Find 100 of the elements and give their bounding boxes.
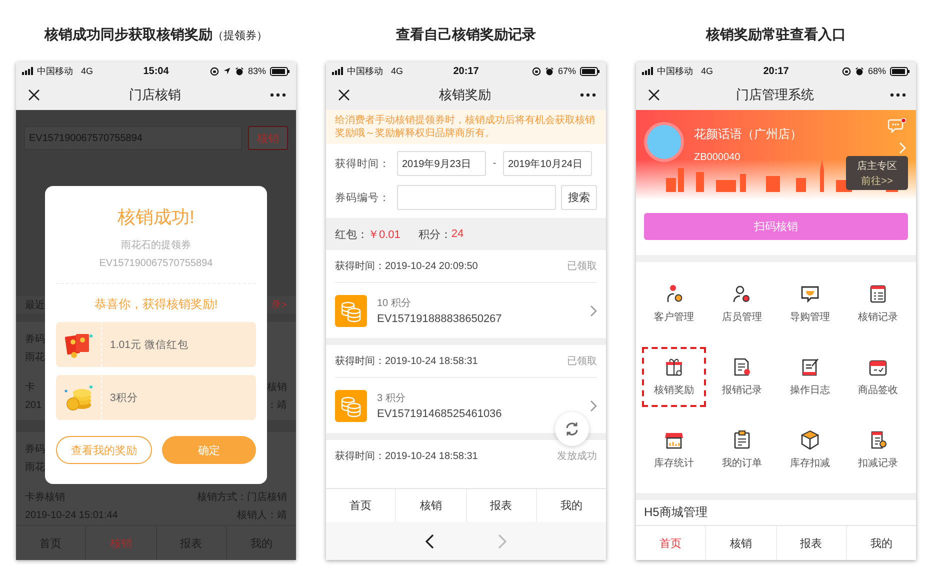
feature-button[interactable]: 核销奖励 xyxy=(642,347,706,407)
chevron-left-icon xyxy=(425,534,434,548)
chevron-right-icon xyxy=(590,304,597,316)
document-pen-icon xyxy=(800,357,820,377)
feature-button[interactable]: 核销记录 xyxy=(846,274,910,334)
more-icon[interactable] xyxy=(890,93,906,97)
tab[interactable]: 我的 xyxy=(846,526,916,560)
avatar-circle xyxy=(644,122,684,162)
network-type: 4G xyxy=(81,66,94,76)
feature-button[interactable]: 商品签收 xyxy=(846,347,910,407)
battery-icon xyxy=(580,66,600,76)
coupon-code: EV157190067570755894 xyxy=(99,257,213,271)
page-title: 核销奖励 xyxy=(439,86,491,104)
close-icon[interactable] xyxy=(648,89,660,101)
document-icon xyxy=(732,357,752,377)
summary-label: 积分： xyxy=(418,228,452,242)
reward-text: 3积分 xyxy=(109,390,138,404)
clipboard-icon xyxy=(732,430,752,450)
person-badge-icon xyxy=(732,284,752,304)
range-separator: - xyxy=(492,158,498,169)
more-icon[interactable] xyxy=(580,93,596,97)
field-label: 获得时间： xyxy=(335,156,391,170)
close-icon[interactable] xyxy=(338,89,350,101)
gift-icon xyxy=(664,357,684,377)
rotation-lock-icon xyxy=(842,66,851,76)
search-button[interactable]: 搜索 xyxy=(561,185,597,210)
carrier-name: 中国移动 xyxy=(657,64,693,78)
refresh-icon xyxy=(564,421,580,437)
reward-text: 1.01元 微信红包 xyxy=(109,338,188,352)
record-time: 获得时间：2019-10-24 18:58:31 xyxy=(335,450,478,463)
tab[interactable]: 我的 xyxy=(536,489,606,522)
feature-button[interactable]: 报销记录 xyxy=(710,347,774,407)
page-title: 门店管理系统 xyxy=(736,86,814,104)
reward-points: 3 积分 xyxy=(377,392,406,405)
code-field[interactable] xyxy=(397,185,556,210)
message-icon[interactable] xyxy=(888,118,906,133)
tab[interactable]: 报表 xyxy=(776,526,847,560)
coupon-code: EV157191888838650267 xyxy=(377,313,502,325)
caption-text: 查看自己核销奖励记录 xyxy=(396,25,536,44)
packet-amount: ￥0.01 xyxy=(368,228,400,242)
record-time: 获得时间：2019-10-24 18:58:31 xyxy=(335,354,478,368)
network-type: 4G xyxy=(701,66,714,76)
refresh-button[interactable] xyxy=(555,412,589,446)
network-type: 4G xyxy=(391,66,404,76)
coupon-name: 雨花石的提领券 xyxy=(121,239,191,253)
notice-text: 给消费者手动核销提领券时，核销成功后将有机会获取核销奖励哦～奖励解释权归品牌商所有。 xyxy=(326,110,606,144)
clock-time: 20:17 xyxy=(763,66,789,76)
carrier-name: 中国移动 xyxy=(37,64,73,78)
date-field[interactable]: 2019年10月24日 xyxy=(503,151,592,176)
feature-button[interactable]: 扣减记录 xyxy=(846,420,910,480)
reward-points: 10 积分 xyxy=(377,297,412,310)
shop-icon xyxy=(664,430,684,450)
dialog-title: 核销成功! xyxy=(117,206,194,228)
clock-time: 20:17 xyxy=(453,66,479,76)
caption-text: 核销成功同步获取核销奖励 xyxy=(44,25,212,44)
alarm-icon xyxy=(855,66,864,76)
feature-button[interactable]: 客户管理 xyxy=(642,274,706,334)
summary-label: 红包： xyxy=(335,228,368,242)
coin-stack-icon xyxy=(335,294,367,326)
store-name: 花颜话语（广州店） xyxy=(694,126,802,143)
date-field[interactable]: 2019年9月23日 xyxy=(397,151,486,176)
section-title: H5商城管理 xyxy=(643,504,708,521)
feature-button[interactable]: 店员管理 xyxy=(710,274,774,334)
reward-message: 恭喜你，获得核销奖励! xyxy=(94,296,218,312)
page-title: 门店核销 xyxy=(129,86,181,104)
location-arrow-icon xyxy=(223,67,231,75)
close-icon[interactable] xyxy=(28,89,40,101)
feature-button[interactable]: 操作日志 xyxy=(778,347,842,407)
record-status: 已领取 xyxy=(567,355,597,368)
owner-zone-button[interactable]: 店主专区 前往>> xyxy=(846,156,908,190)
record-time: 获得时间：2019-10-24 20:09:50 xyxy=(335,260,478,273)
feature-button[interactable]: 库存扣减 xyxy=(778,420,842,480)
record-status: 发放成功 xyxy=(557,450,597,463)
box-icon xyxy=(800,430,820,450)
store-code: ZB000040 xyxy=(694,152,742,163)
chat-bubble-icon xyxy=(800,284,820,304)
tab[interactable]: 首页 xyxy=(636,526,706,560)
signal-icon xyxy=(332,67,344,75)
battery-icon xyxy=(890,66,910,76)
feature-button[interactable]: 库存统计 xyxy=(642,420,706,480)
more-icon[interactable] xyxy=(270,93,286,97)
battery-percent: 68% xyxy=(868,66,886,76)
record-status: 已领取 xyxy=(567,260,597,273)
coupon-code: EV157191468525461036 xyxy=(377,408,502,420)
signal-icon xyxy=(22,67,34,75)
coins-icon xyxy=(62,382,96,412)
carrier-name: 中国移动 xyxy=(347,64,383,78)
feature-button[interactable]: 我的订单 xyxy=(710,420,774,480)
field-label: 券码编号： xyxy=(335,190,391,204)
feature-button[interactable]: 导购管理 xyxy=(778,274,842,334)
alarm-icon xyxy=(545,66,554,76)
battery-percent: 67% xyxy=(558,66,576,76)
battery-percent: 83% xyxy=(248,66,266,76)
alarm-icon xyxy=(235,66,244,76)
tab[interactable]: 核销 xyxy=(706,526,776,560)
chevron-right-icon xyxy=(590,400,597,412)
signal-icon xyxy=(642,67,654,75)
coin-stack-icon xyxy=(335,390,367,422)
rotation-lock-icon xyxy=(210,66,219,76)
clock-time: 15:04 xyxy=(143,66,169,76)
